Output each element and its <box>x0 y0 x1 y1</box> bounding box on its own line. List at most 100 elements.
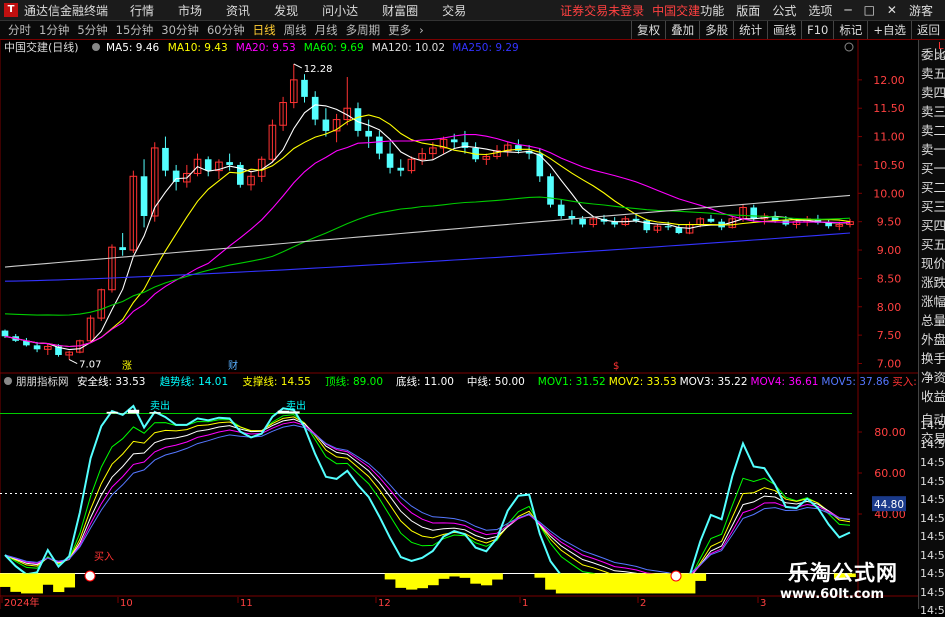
high-price-label: 12.28 <box>304 64 333 75</box>
price-tick-label: 9.50 <box>877 216 902 229</box>
support-bar <box>417 573 428 588</box>
indicator-field: 底线: 11.00 <box>396 375 454 388</box>
candle-body <box>301 80 308 97</box>
support-bar <box>438 573 449 578</box>
safety-line <box>5 406 850 588</box>
indicator-field: MOV2: 33.53 <box>609 376 677 388</box>
support-bar <box>545 573 556 589</box>
indicator-field: 支撑线: 14.55 <box>242 375 310 388</box>
event-marker: $ <box>613 361 619 372</box>
support-bar <box>684 573 695 593</box>
time-axis-label: 2024年 <box>4 596 39 609</box>
sidebar-label: 卖三 <box>919 102 945 121</box>
candle-body <box>365 131 372 137</box>
support-bar <box>64 573 75 587</box>
candle-body <box>205 159 212 170</box>
price-tick-label: 8.00 <box>877 301 902 314</box>
sidebar-label: 卖二 <box>919 121 945 140</box>
price-tick-label: 8.50 <box>877 272 902 285</box>
tick-time-label: 14:56 <box>920 475 945 488</box>
sidebar-label: 外盘 <box>919 330 945 349</box>
support-bar <box>534 573 545 577</box>
support-bar <box>428 573 439 585</box>
tick-time-label: 14:56 <box>920 512 945 525</box>
stock-label: 中国交建(日线) <box>4 40 79 54</box>
tick-time-label: 14:56 <box>920 419 945 432</box>
event-marker: 财 <box>228 359 238 372</box>
buy-signal-icon <box>671 571 681 581</box>
support-bar <box>652 573 663 593</box>
kline-chart[interactable]: 中国交建(日线)MA5: 9.46MA10: 9.43MA20: 9.53MA6… <box>0 0 918 609</box>
candle-body <box>323 120 330 131</box>
support-bar <box>0 573 11 587</box>
candle-body <box>2 331 9 337</box>
indicator-tick-label: 60.00 <box>874 467 906 480</box>
candle-body <box>643 221 650 231</box>
candle-body <box>665 226 672 227</box>
sidebar-label: 买五 <box>919 235 945 254</box>
support-bar <box>620 573 631 593</box>
price-tick-label: 7.00 <box>877 357 902 370</box>
ma-legend-label: MA250: 9.29 <box>452 42 519 54</box>
candle-body <box>750 207 757 218</box>
indicator-field: 趋势线: 14.01 <box>160 375 228 388</box>
tick-time-label: 14:56 <box>920 493 945 506</box>
support-bar <box>53 573 64 592</box>
high-marker-arrow <box>294 64 302 68</box>
candle-body <box>141 176 148 216</box>
support-bar <box>449 573 460 576</box>
support-bar <box>631 573 642 593</box>
price-tick-label: 12.00 <box>873 74 905 87</box>
candle-body <box>376 137 383 154</box>
candle-body <box>173 171 180 182</box>
watermark-url: www.60lt.com <box>780 587 884 602</box>
tick-time-label: 14:56 <box>920 567 945 580</box>
sidebar-label: 涨跌 <box>919 273 945 292</box>
indicator-field: MOV3: 35.22 <box>680 376 748 388</box>
price-tick-label: 10.00 <box>873 187 905 200</box>
time-axis-label: 3 <box>760 598 766 609</box>
low-price-label: 7.07 <box>79 360 101 371</box>
candle-body <box>451 139 458 142</box>
indicator-field: 顶线: 89.00 <box>325 375 383 388</box>
indicator-menu-icon <box>4 377 12 385</box>
chart-options-icon <box>845 43 853 51</box>
ma-legend-label: MA20: 9.53 <box>236 42 296 54</box>
time-axis-label: 2 <box>640 598 646 609</box>
indicator-field: MOV5: 37.86 <box>821 376 889 388</box>
candle-body <box>397 168 404 171</box>
buy-signal-label: 买入 <box>94 551 114 563</box>
price-tick-label: 10.50 <box>873 159 905 172</box>
sidebar-label: 收益 <box>919 387 945 406</box>
buy-signal-icon <box>85 571 95 581</box>
mov-line <box>5 425 850 575</box>
support-bar <box>695 573 706 580</box>
price-tick-label: 11.00 <box>873 131 905 144</box>
support-bar <box>470 573 481 583</box>
sidebar-label: 买四 <box>919 216 945 235</box>
support-bar <box>460 573 471 577</box>
price-tick-label: 9.00 <box>877 244 902 257</box>
sidebar-label: 买二 <box>919 178 945 197</box>
support-bar <box>406 573 417 589</box>
candle-body <box>162 148 169 171</box>
support-bar <box>556 573 567 593</box>
mov-line <box>5 417 850 583</box>
current-value-label: 44.80 <box>874 499 904 511</box>
indicator-name: 朋朋指标网 <box>16 375 69 388</box>
sidebar-label: 涨幅 <box>919 292 945 311</box>
top-cap-bar <box>149 412 160 413</box>
indicator-field: MOV1: 31.52 <box>538 376 606 388</box>
price-tick-label: 11.50 <box>873 102 905 115</box>
stock-dropdown-icon <box>92 43 100 51</box>
support-bar <box>492 573 503 579</box>
support-bar <box>481 573 492 585</box>
sell-signal-label: 卖出 <box>286 399 306 412</box>
support-bar <box>42 573 53 584</box>
candle-body <box>226 162 233 165</box>
candle-body <box>34 345 41 349</box>
ma-legend-label: MA10: 9.43 <box>168 42 228 54</box>
top-cap-bar <box>107 412 118 414</box>
ma20-line <box>5 135 850 347</box>
tick-time-label: 14:56 <box>920 586 945 599</box>
